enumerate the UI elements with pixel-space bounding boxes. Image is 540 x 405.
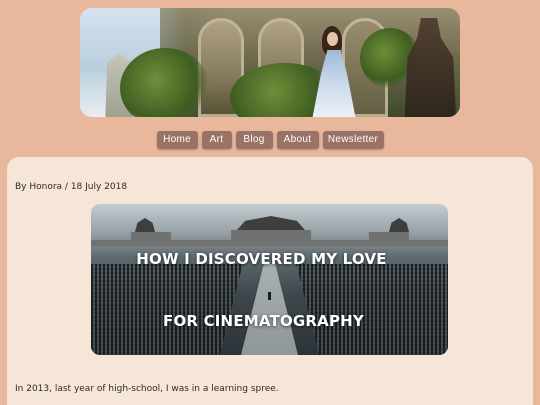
nav-art-button[interactable]: Art [201, 131, 232, 149]
banner-foliage [120, 48, 210, 117]
header-banner-image [80, 8, 460, 117]
banner-woman-figure [312, 26, 356, 117]
hero-palace-wall [91, 240, 448, 246]
hero-central-path [241, 264, 298, 355]
hero-crowd-right [296, 264, 448, 355]
hero-palace-roof [237, 216, 305, 230]
hero-palace-hall [131, 232, 171, 240]
hero-palace-roof [135, 218, 155, 232]
banner-man-figure [404, 18, 456, 117]
nav-newsletter-button[interactable]: Newsletter [322, 131, 384, 149]
hero-walking-figure [268, 292, 271, 300]
nav-blog-button[interactable]: Blog [235, 131, 273, 149]
post-first-paragraph: In 2013, last year of high-school, I was… [15, 384, 279, 394]
hero-title-line-1: HOW I DISCOVERED MY LOVE [136, 250, 387, 268]
main-nav: Home Art Blog About Newsletter [0, 131, 540, 149]
hero-palace [91, 214, 448, 246]
nav-home-button[interactable]: Home [156, 131, 198, 149]
post-card: By Honora / 18 July 2018 HOW I DISCOVERE… [7, 157, 533, 405]
hero-crowd-left [91, 264, 243, 355]
post-hero-image[interactable]: HOW I DISCOVERED MY LOVE FOR CINEMATOGRA… [91, 204, 448, 355]
banner-woman-dress [312, 50, 356, 117]
nav-about-button[interactable]: About [276, 131, 319, 149]
banner-woman-face [327, 32, 338, 46]
hero-title-line-2: FOR CINEMATOGRAPHY [163, 312, 364, 330]
hero-palace-roof [389, 218, 409, 232]
post-byline: By Honora / 18 July 2018 [15, 182, 128, 192]
hero-palace-hall [369, 232, 409, 240]
